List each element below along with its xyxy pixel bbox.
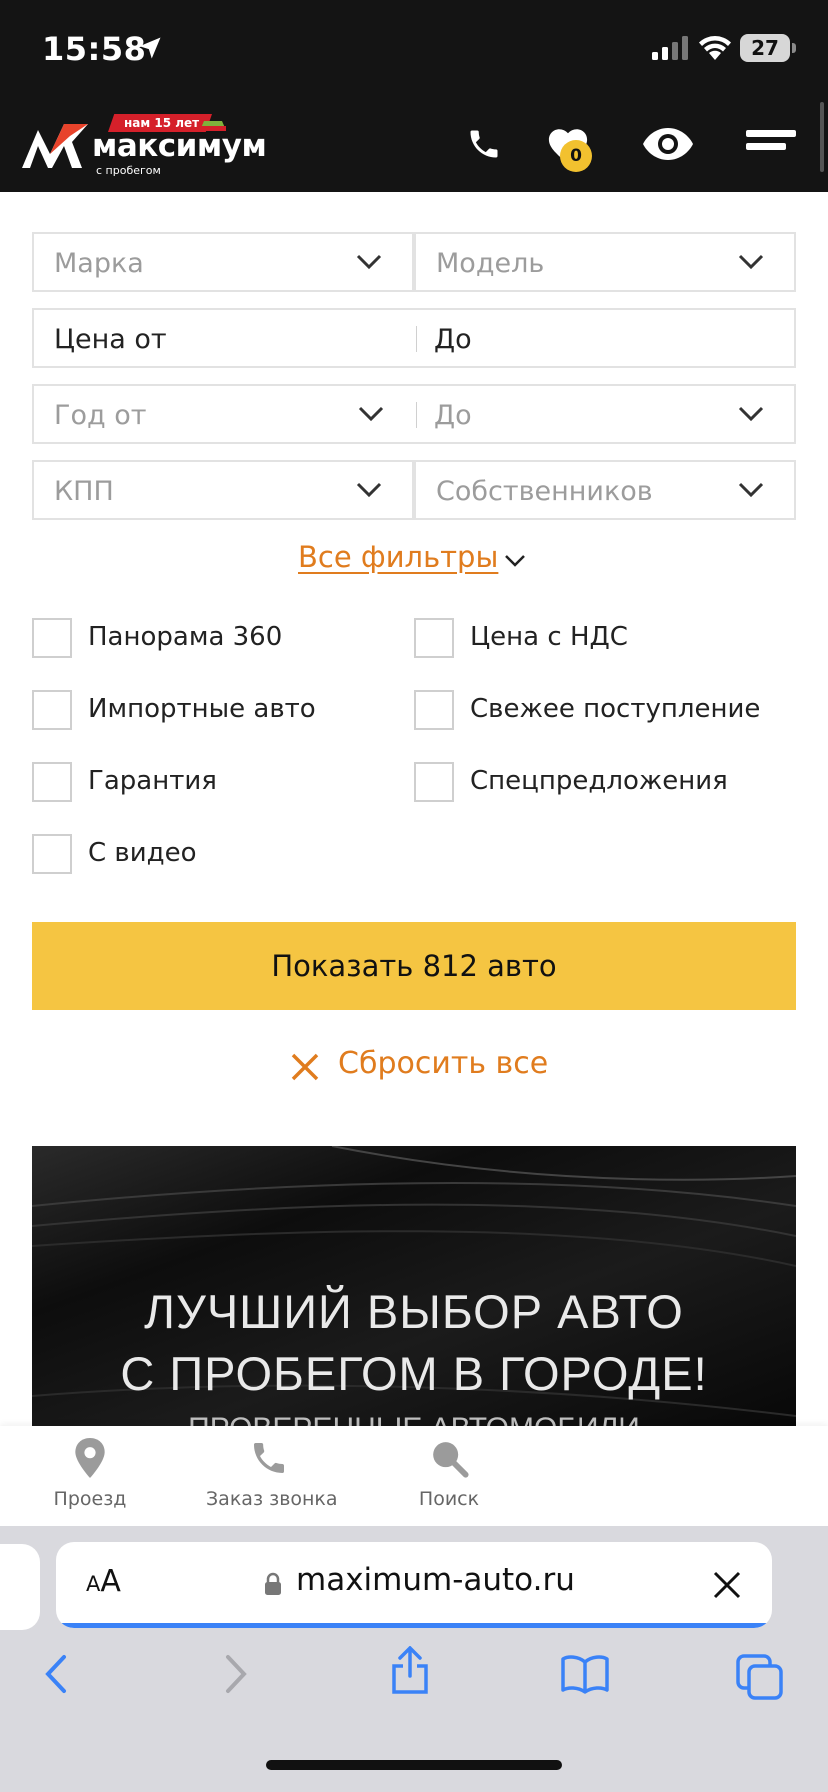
banner-headline-line2: С ПРОБЕГОМ В ГОРОДЕ! [120, 1347, 708, 1400]
bottom-nav: Проезд Заказ звонка Поиск [0, 1426, 828, 1526]
special-offers-label: Спецпредложения [470, 766, 728, 796]
page-load-progress [56, 1623, 772, 1628]
year-range: Год от До [32, 384, 796, 444]
transmission-placeholder: КПП [54, 476, 114, 507]
special-offers-checkbox[interactable] [414, 762, 454, 802]
vat-price-label: Цена с НДС [470, 622, 628, 652]
fresh-arrival-label: Свежее поступление [470, 694, 761, 724]
price-divider [416, 326, 417, 352]
logo-name: максимум [92, 128, 267, 164]
tabs-icon[interactable] [736, 1654, 784, 1700]
price-to-input[interactable]: До [434, 324, 472, 355]
chevron-down-icon [505, 555, 525, 567]
previous-tab-preview[interactable] [0, 1544, 40, 1630]
imported-label: Импортные авто [88, 694, 316, 724]
address-bar[interactable]: AA maximum-auto.ru [56, 1542, 772, 1628]
home-indicator[interactable] [266, 1760, 562, 1770]
model-select-placeholder: Модель [436, 248, 545, 279]
chevron-down-icon [738, 254, 764, 270]
chevron-down-icon [358, 406, 384, 422]
owners-select[interactable]: Собственников [414, 460, 796, 520]
panorama-checkbox[interactable] [32, 618, 72, 658]
nav-callback[interactable]: Заказ звонка [206, 1438, 338, 1510]
year-divider [416, 402, 417, 428]
show-results-button[interactable]: Показать 812 авто [32, 922, 796, 1010]
wifi-icon [699, 36, 731, 60]
brand-select[interactable]: Марка [32, 232, 414, 292]
vat-price-checkbox[interactable] [414, 618, 454, 658]
model-select[interactable]: Модель [414, 232, 796, 292]
page-scrollbar[interactable] [820, 102, 824, 172]
browser-toolbar: AA maximum-auto.ru [0, 1526, 828, 1792]
close-icon [291, 1053, 319, 1081]
logo-m-icon [22, 124, 88, 168]
chevron-down-icon [356, 254, 382, 270]
chevron-down-icon [356, 482, 382, 498]
chevron-down-icon [738, 406, 764, 422]
share-icon[interactable] [390, 1646, 430, 1694]
chevron-down-icon [738, 482, 764, 498]
status-time: 15:58 [42, 30, 147, 68]
logo-tagline: с пробегом [96, 164, 161, 177]
battery-indicator: 27 [740, 34, 796, 62]
status-bar: 15:58 27 [0, 0, 828, 96]
year-from-select[interactable]: Год от [54, 400, 146, 431]
lock-icon [265, 1572, 281, 1595]
cellular-signal-icon [652, 36, 688, 60]
phone-icon[interactable] [466, 126, 502, 162]
nav-directions[interactable]: Проезд [46, 1438, 134, 1510]
map-pin-icon [75, 1438, 105, 1478]
video-label: С видео [88, 838, 197, 868]
site-logo[interactable]: нам 15 лет максимум с пробегом [20, 114, 267, 177]
text-size-button[interactable]: AA [86, 1564, 121, 1599]
nav-search-label: Поиск [418, 1488, 480, 1510]
nav-search[interactable]: Поиск [404, 1438, 494, 1510]
price-range: Цена от До [32, 308, 796, 368]
url-text: maximum-auto.ru [296, 1562, 575, 1598]
reset-all-label: Сбросить все [338, 1046, 549, 1081]
owners-placeholder: Собственников [436, 476, 653, 507]
all-filters-link[interactable]: Все фильтры [298, 540, 498, 574]
favorites-count-badge: 0 [560, 140, 592, 172]
nav-directions-label: Проезд [53, 1488, 127, 1510]
warranty-label: Гарантия [88, 766, 217, 796]
video-checkbox[interactable] [32, 834, 72, 874]
phone-icon [254, 1443, 284, 1473]
panorama-label: Панорама 360 [88, 622, 283, 652]
warranty-checkbox[interactable] [32, 762, 72, 802]
search-icon [433, 1442, 469, 1478]
brand-select-placeholder: Марка [54, 248, 144, 279]
back-icon[interactable] [44, 1654, 68, 1694]
imported-checkbox[interactable] [32, 690, 72, 730]
banner-subline: ПРОВЕРЕННЫЕ АВТОМОБИЛИ [32, 1412, 796, 1426]
price-from-input[interactable]: Цена от [54, 324, 167, 355]
menu-icon[interactable] [746, 130, 796, 160]
fresh-arrival-checkbox[interactable] [414, 690, 454, 730]
stop-loading-icon[interactable] [712, 1570, 742, 1600]
location-arrow-icon [139, 37, 161, 59]
promo-banner[interactable]: ЛУЧШИЙ ВЫБОР АВТО С ПРОБЕГОМ В ГОРОДЕ! П… [32, 1146, 796, 1426]
site-header: нам 15 лет максимум с пробегом 0 [0, 96, 828, 192]
banner-headline-line1: ЛУЧШИЙ ВЫБОР АВТО [144, 1285, 684, 1338]
forward-icon[interactable] [224, 1654, 248, 1694]
year-to-select[interactable]: До [434, 400, 472, 431]
bookmarks-icon[interactable] [560, 1654, 610, 1694]
eye-icon[interactable] [642, 126, 694, 162]
transmission-select[interactable]: КПП [32, 460, 414, 520]
nav-callback-label: Заказ звонка [206, 1488, 338, 1510]
